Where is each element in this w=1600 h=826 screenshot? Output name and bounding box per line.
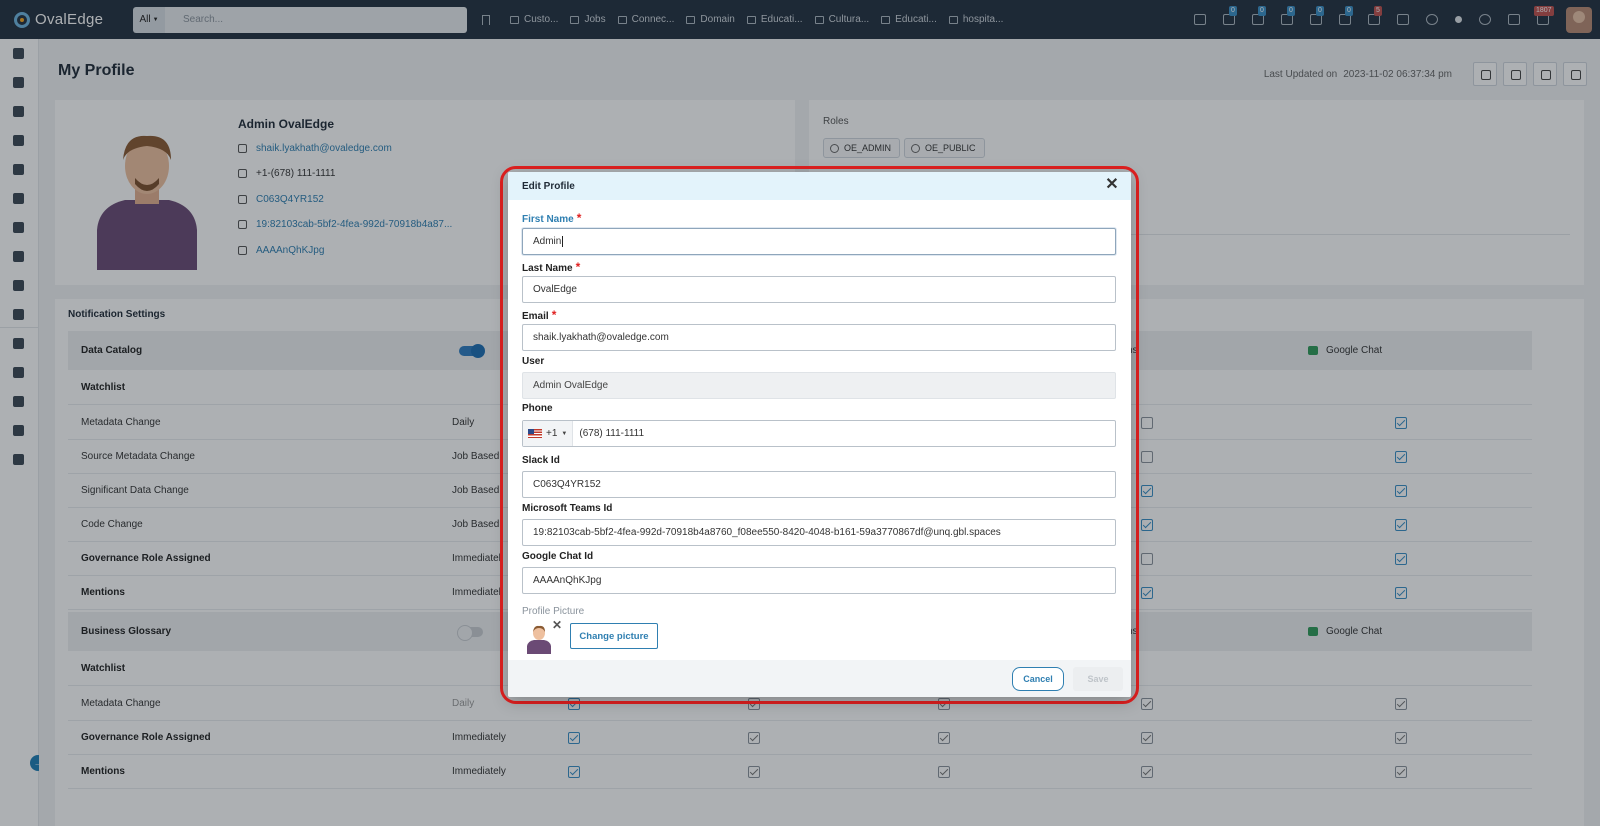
- gchat-id-field[interactable]: AAAAnQhKJpg: [522, 567, 1116, 594]
- profile-picture-label: Profile Picture: [522, 606, 585, 617]
- country-code-select[interactable]: +1 ▼: [523, 421, 574, 446]
- teams-id-label: Microsoft Teams Id: [522, 503, 613, 514]
- cancel-button[interactable]: Cancel: [1012, 667, 1064, 691]
- country-code-value: +1: [546, 428, 558, 439]
- remove-picture-icon[interactable]: ✕: [552, 618, 562, 632]
- gchat-id-label: Google Chat Id: [522, 551, 594, 562]
- first-name-field[interactable]: Admin: [522, 228, 1116, 255]
- slack-id-label: Slack Id: [522, 455, 560, 466]
- required-marker: *: [551, 308, 557, 322]
- text-cursor: [562, 236, 564, 247]
- modal-footer: Cancel Save: [508, 660, 1131, 697]
- first-name-label-text: First Name: [522, 214, 574, 225]
- modal-title: Edit Profile: [522, 180, 575, 192]
- last-name-label: Last Name *: [522, 260, 580, 274]
- first-name-label: First Name *: [522, 211, 581, 225]
- email-field[interactable]: shaik.lyakhath@ovaledge.com: [522, 324, 1116, 351]
- save-button[interactable]: Save: [1073, 667, 1123, 691]
- phone-field: +1 ▼ (678) 111-1111: [522, 420, 1116, 447]
- slack-id-field[interactable]: C063Q4YR152: [522, 471, 1116, 498]
- phone-number-input[interactable]: (678) 111-1111: [579, 428, 644, 439]
- chevron-down-icon: ▼: [561, 430, 568, 437]
- user-field: Admin OvalEdge: [522, 372, 1116, 399]
- us-flag-icon: [528, 429, 542, 438]
- last-name-field[interactable]: OvalEdge: [522, 276, 1116, 303]
- required-marker: *: [576, 211, 582, 225]
- change-picture-button[interactable]: Change picture: [570, 623, 658, 649]
- email-label: Email *: [522, 308, 556, 322]
- first-name-value: Admin: [533, 236, 562, 247]
- teams-id-field[interactable]: 19:82103cab-5bf2-4fea-992d-70918b4a8760_…: [522, 519, 1116, 546]
- user-label: User: [522, 356, 545, 367]
- user-value: Admin OvalEdge: [533, 380, 609, 391]
- edit-profile-modal: Edit Profile ✕ First Name * Admin Last Na…: [508, 172, 1131, 697]
- required-marker: *: [575, 260, 581, 274]
- close-icon[interactable]: ✕: [1104, 177, 1120, 193]
- phone-label: Phone: [522, 403, 553, 414]
- email-label-text: Email: [522, 311, 549, 322]
- gchat-id-value: AAAAnQhKJpg: [533, 575, 602, 586]
- last-name-value: OvalEdge: [533, 284, 577, 295]
- teams-id-value: 19:82103cab-5bf2-4fea-992d-70918b4a8760_…: [533, 527, 1001, 538]
- modal-header: Edit Profile ✕: [508, 172, 1131, 200]
- last-name-label-text: Last Name: [522, 263, 573, 274]
- slack-id-value: C063Q4YR152: [533, 479, 601, 490]
- email-value: shaik.lyakhath@ovaledge.com: [533, 332, 669, 343]
- profile-picture-thumbnail: [527, 625, 551, 654]
